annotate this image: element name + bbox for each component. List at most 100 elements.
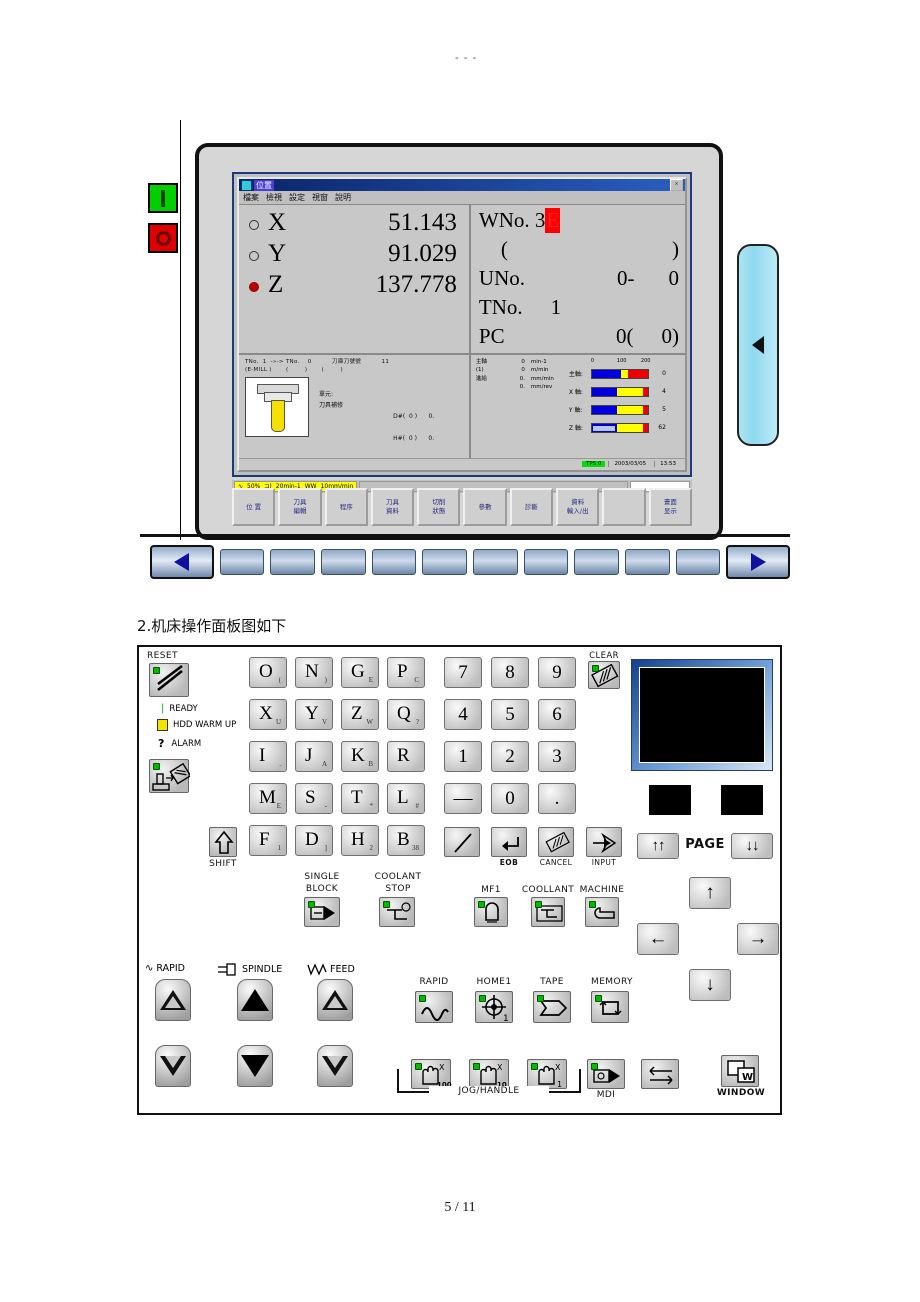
alpha-key-g[interactable]: GE — [341, 657, 379, 688]
alpha-key-l[interactable]: L # — [387, 783, 425, 814]
num-key-6[interactable]: 6 — [538, 699, 576, 730]
key-sub-char: * — [369, 802, 374, 810]
num-key-minus[interactable]: — — [444, 783, 482, 814]
close-icon[interactable]: × — [670, 179, 683, 192]
power-on-button[interactable] — [148, 183, 178, 213]
single-block-button[interactable] — [304, 897, 340, 927]
mode-home1-button[interactable]: 1 — [475, 991, 513, 1024]
function-key-tool-data[interactable]: 刀具 資料 — [370, 488, 415, 526]
slash-key[interactable] — [444, 827, 480, 857]
input-key[interactable] — [586, 827, 622, 857]
num-key-9[interactable]: 9 — [538, 657, 576, 688]
alpha-key-j[interactable]: JA — [295, 741, 333, 772]
cursor-down-button[interactable]: ↓ — [689, 969, 731, 1001]
rapid-up-button[interactable] — [155, 979, 191, 1021]
tab-shift-button[interactable] — [641, 1059, 679, 1089]
function-key-program[interactable]: 程序 — [324, 488, 368, 526]
alpha-key-d[interactable]: D] — [295, 825, 333, 856]
soft-key[interactable] — [624, 549, 670, 575]
clear-button[interactable] — [588, 661, 620, 689]
spindle-up-button[interactable] — [237, 979, 273, 1021]
side-door-panel[interactable] — [737, 244, 779, 446]
mode-rapid-button[interactable] — [415, 991, 453, 1023]
page-up-button[interactable]: ↑↑ — [637, 833, 679, 859]
function-key-cutting-state[interactable]: 切削 狀態 — [417, 488, 461, 526]
function-key-blank[interactable] — [602, 488, 646, 526]
feed-down-button[interactable] — [317, 1045, 353, 1087]
alpha-key-y[interactable]: YV — [295, 699, 333, 730]
spindle-down-button[interactable] — [237, 1045, 273, 1087]
alpha-key-f[interactable]: F1 — [249, 825, 287, 856]
alpha-key-z[interactable]: ZW — [341, 699, 379, 730]
power-off-button[interactable] — [148, 223, 178, 253]
shift-button[interactable] — [209, 827, 237, 857]
axis-value: 137.778 — [375, 270, 457, 298]
cursor-right-button[interactable]: → — [737, 923, 779, 955]
menu-item-file[interactable]: 檔案 — [243, 192, 259, 203]
num-key-1[interactable]: 1 — [444, 741, 482, 772]
num-key-7[interactable]: 7 — [444, 657, 482, 688]
menu-item-view[interactable]: 檢視 — [266, 192, 282, 203]
alpha-key-t[interactable]: T * — [341, 783, 379, 814]
function-key-screen-display[interactable]: 畫面 显示 — [648, 488, 692, 526]
load-bar-track — [590, 368, 649, 379]
mf1-button[interactable] — [474, 897, 508, 927]
cursor-left-button[interactable]: ← — [637, 923, 679, 955]
num-key-2[interactable]: 2 — [491, 741, 529, 772]
num-key-8[interactable]: 8 — [491, 657, 529, 688]
soft-key-prev[interactable] — [150, 545, 214, 579]
soft-key[interactable] — [523, 549, 569, 575]
mode-tape-button[interactable] — [533, 991, 571, 1023]
alpha-key-m[interactable]: ME — [249, 783, 287, 814]
tool-measure-button[interactable] — [149, 759, 190, 793]
soft-key[interactable] — [574, 549, 619, 575]
alpha-key-k[interactable]: KB — [341, 741, 379, 772]
function-key-diagnosis[interactable]: 診斷 — [509, 488, 554, 526]
soft-key[interactable] — [473, 549, 518, 575]
menu-item-window[interactable]: 視窗 — [312, 192, 328, 203]
alpha-key-r[interactable]: R — [387, 741, 425, 772]
menu-item-help[interactable]: 說明 — [335, 192, 351, 203]
alpha-key-n[interactable]: N) — [295, 657, 333, 688]
num-key-dot[interactable]: . — [538, 783, 576, 814]
alpha-key-p[interactable]: PC — [387, 657, 425, 688]
page-down-button[interactable]: ↓↓ — [731, 833, 773, 859]
alpha-key-o[interactable]: O( — [249, 657, 287, 688]
alpha-key-q[interactable]: Q? — [387, 699, 425, 730]
coolant-stop-button[interactable] — [379, 897, 415, 927]
alpha-key-i[interactable]: I. — [249, 741, 287, 772]
function-key-parameters[interactable]: 參數 — [463, 488, 507, 526]
function-key-data-io[interactable]: 資料 輸入/出 — [556, 488, 600, 526]
soft-key-next[interactable] — [726, 545, 790, 579]
arrow-up-icon: ↑ — [705, 882, 715, 903]
rapid-down-button[interactable] — [155, 1045, 191, 1087]
coollant-button[interactable] — [531, 897, 565, 927]
alpha-key-s[interactable]: S- — [295, 783, 333, 814]
soft-key[interactable] — [321, 549, 366, 575]
feed-up-button[interactable] — [317, 979, 353, 1021]
cursor-up-button[interactable]: ↑ — [689, 877, 731, 909]
function-key-position[interactable]: 位 置 — [232, 488, 276, 526]
soft-key[interactable] — [422, 549, 467, 575]
menu-item-settings[interactable]: 設定 — [289, 192, 305, 203]
soft-key[interactable] — [675, 549, 721, 575]
soft-key[interactable] — [219, 549, 265, 575]
num-key-5[interactable]: 5 — [491, 699, 529, 730]
reset-button[interactable] — [149, 663, 189, 697]
num-key-0[interactable]: 0 — [491, 783, 529, 814]
num-key-4[interactable]: 4 — [444, 699, 482, 730]
alpha-key-h[interactable]: H2 — [341, 825, 379, 856]
num-key-3[interactable]: 3 — [538, 741, 576, 772]
cancel-key[interactable] — [538, 827, 574, 857]
machine-button[interactable] — [585, 897, 619, 927]
soft-key[interactable] — [270, 549, 316, 575]
mdi-button[interactable] — [587, 1059, 625, 1089]
window-button[interactable]: W — [721, 1055, 759, 1087]
function-key-tool-edit[interactable]: 刀具 編輯 — [278, 488, 322, 526]
alpha-key-b[interactable]: B 38 — [387, 825, 425, 856]
axis-row-z: Z 137.778 — [249, 271, 469, 302]
soft-key[interactable] — [371, 549, 417, 575]
eob-key[interactable] — [491, 827, 527, 857]
alpha-key-x[interactable]: XU — [249, 699, 287, 730]
mode-memory-button[interactable] — [591, 991, 629, 1023]
